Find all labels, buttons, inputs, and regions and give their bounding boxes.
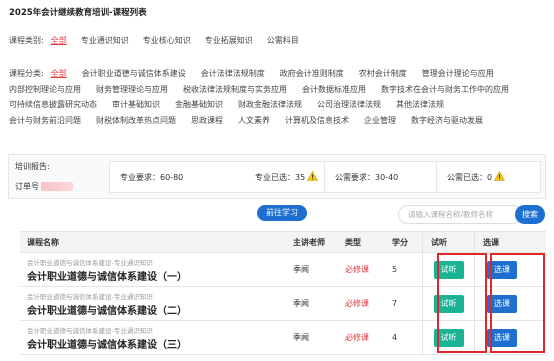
teacher-cell: 季闻 bbox=[293, 265, 309, 274]
classification-option[interactable]: 财政金融法律法规 bbox=[238, 99, 302, 110]
go-learn-button[interactable]: 前往学习 bbox=[257, 205, 307, 221]
category-option-core[interactable]: 专业核心知识 bbox=[143, 35, 191, 46]
order-number-label: 订单号 bbox=[15, 182, 39, 191]
public-selected-box: 公需已选：0 bbox=[437, 161, 541, 193]
classification-option[interactable]: 数字技术在会计与财务工作中的应用 bbox=[381, 84, 509, 95]
course-category-label: 课程类别: bbox=[9, 36, 44, 45]
classification-option[interactable]: 可持续信息披露研究动态 bbox=[9, 99, 97, 110]
classification-option[interactable]: 公司治理法律法规 bbox=[317, 99, 381, 110]
public-requirement-box: 公需要求：30-40 bbox=[325, 161, 437, 193]
category-option-extended[interactable]: 专业拓展知识 bbox=[205, 35, 253, 46]
header-credit: 学分 bbox=[392, 237, 408, 247]
classification-option[interactable]: 农村会计制度 bbox=[359, 68, 407, 79]
classification-option[interactable]: 税收法律法规制度与实务应用 bbox=[183, 84, 287, 95]
warning-icon bbox=[494, 170, 506, 183]
header-teacher: 主讲老师 bbox=[293, 237, 325, 247]
category-option-public[interactable]: 公需科目 bbox=[267, 35, 299, 46]
classification-option[interactable]: 财务管理理论与应用 bbox=[96, 84, 168, 95]
classification-option[interactable]: 政府会计准则制度 bbox=[280, 68, 344, 79]
classification-option[interactable]: 思政课程 bbox=[191, 115, 223, 126]
course-name-cell: 会计职业道德与诚信体系建设-专业通识知识 会计职业道德与诚信体系建设（一） bbox=[20, 257, 293, 283]
page-title: 2025年会计继续教育培训-课程列表 bbox=[9, 8, 147, 18]
classification-option[interactable]: 会计法律法规制度 bbox=[201, 68, 265, 79]
course-name-cell: 会计职业道德与诚信体系建设-专业通识知识 会计职业道德与诚信体系建设（二） bbox=[20, 291, 293, 317]
course-name-cell: 会计职业道德与诚信体系建设-专业通识知识 会计职业道德与诚信体系建设（三） bbox=[20, 325, 293, 351]
classification-line: 会计与财务前沿问题 财税体制改革热点问题 思政课程 人文素养 计算机及信息技术 … bbox=[9, 113, 549, 129]
professional-requirement: 专业要求：60-80 bbox=[120, 172, 184, 182]
professional-selected: 专业已选：35 bbox=[245, 169, 319, 185]
classification-option[interactable]: 数字经济与驱动发展 bbox=[411, 115, 483, 126]
report-info: 培训报告: 订单号 bbox=[15, 161, 73, 192]
professional-requirement-box: 专业要求：60-80 bbox=[109, 161, 257, 193]
public-selected: 公需已选：0 bbox=[437, 169, 506, 185]
header-course-name: 课程名称 bbox=[27, 237, 59, 247]
classification-line: 内部控制理论与应用 财务管理理论与应用 税收法律法规制度与实务应用 会计数据标准… bbox=[9, 82, 549, 98]
classification-option[interactable]: 计算机及信息技术 bbox=[285, 115, 349, 126]
course-category-filter: 课程类别: 全部 专业通识知识 专业核心知识 专业拓展知识 公需科目 bbox=[9, 35, 313, 46]
classification-option[interactable]: 会计数据标准应用 bbox=[302, 84, 366, 95]
type-cell: 必修课 bbox=[345, 299, 369, 308]
redacted-order-value bbox=[41, 182, 73, 191]
training-report-panel: 培训报告: 订单号 专业要求：60-80 专业已选：35 公需要求：30-40 … bbox=[8, 154, 546, 199]
header-trial: 试听 bbox=[422, 232, 474, 252]
select-column-highlight bbox=[490, 253, 545, 353]
classification-option[interactable]: 会计与财务前沿问题 bbox=[9, 115, 81, 126]
search-input[interactable]: 请输入课程名称/教师名称 bbox=[398, 205, 522, 224]
classification-option[interactable]: 金融基础知识 bbox=[175, 99, 223, 110]
public-selected-text: 公需已选：0 bbox=[447, 172, 493, 182]
professional-selected-box: 专业已选：35 bbox=[245, 161, 325, 193]
search-button[interactable]: 搜索 bbox=[515, 205, 545, 224]
course-subtitle: 会计职业道德与诚信体系建设-专业通识知识 bbox=[27, 292, 153, 301]
classification-option[interactable]: 内部控制理论与应用 bbox=[9, 84, 81, 95]
type-cell: 必修课 bbox=[345, 265, 369, 274]
classification-option[interactable]: 财税体制改革热点问题 bbox=[96, 115, 176, 126]
header-select: 选课 bbox=[474, 232, 529, 252]
course-title[interactable]: 会计职业道德与诚信体系建设（一） bbox=[27, 268, 293, 283]
classification-option[interactable]: 全部 bbox=[51, 68, 67, 79]
classification-option[interactable]: 人文素养 bbox=[238, 115, 270, 126]
header-type: 类型 bbox=[345, 237, 361, 247]
warning-icon bbox=[307, 170, 319, 183]
course-classification-label: 课程分类: bbox=[9, 69, 44, 79]
classification-option[interactable]: 其他法律法规 bbox=[396, 99, 444, 110]
professional-selected-text: 专业已选：35 bbox=[255, 172, 306, 182]
credit-cell: 4 bbox=[392, 333, 398, 342]
course-title[interactable]: 会计职业道德与诚信体系建设（三） bbox=[27, 336, 293, 351]
public-requirement: 公需要求：30-40 bbox=[335, 172, 399, 182]
credit-cell: 5 bbox=[392, 265, 398, 274]
trial-column-highlight bbox=[437, 253, 487, 353]
classification-option[interactable]: 审计基础知识 bbox=[112, 99, 160, 110]
course-subtitle: 会计职业道德与诚信体系建设-专业通识知识 bbox=[27, 258, 153, 267]
course-subtitle: 会计职业道德与诚信体系建设-专业通识知识 bbox=[27, 326, 153, 335]
type-cell: 必修课 bbox=[345, 333, 369, 342]
category-option-general[interactable]: 专业通识知识 bbox=[81, 35, 129, 46]
classification-line: 可持续信息披露研究动态 审计基础知识 金融基础知识 财政金融法律法规 公司治理法… bbox=[9, 97, 549, 113]
teacher-cell: 季闻 bbox=[293, 299, 309, 308]
classification-option[interactable]: 会计职业道德与诚信体系建设 bbox=[82, 68, 186, 79]
classification-option[interactable]: 管理会计理论与应用 bbox=[422, 68, 494, 79]
course-classification-filter: 课程分类: 全部 会计职业道德与诚信体系建设 会计法律法规制度 政府会计准则制度… bbox=[9, 66, 549, 128]
classification-option[interactable]: 企业管理 bbox=[364, 115, 396, 126]
teacher-cell: 季闻 bbox=[293, 333, 309, 342]
category-option-all[interactable]: 全部 bbox=[51, 35, 67, 46]
order-number: 订单号 bbox=[15, 181, 73, 192]
classification-line: 课程分类: 全部 会计职业道德与诚信体系建设 会计法律法规制度 政府会计准则制度… bbox=[9, 66, 549, 82]
report-title: 培训报告: bbox=[15, 162, 50, 171]
table-header: 课程名称 主讲老师 类型 学分 试听 选课 bbox=[20, 232, 546, 253]
credit-cell: 7 bbox=[392, 299, 398, 308]
course-title[interactable]: 会计职业道德与诚信体系建设（二） bbox=[27, 302, 293, 317]
